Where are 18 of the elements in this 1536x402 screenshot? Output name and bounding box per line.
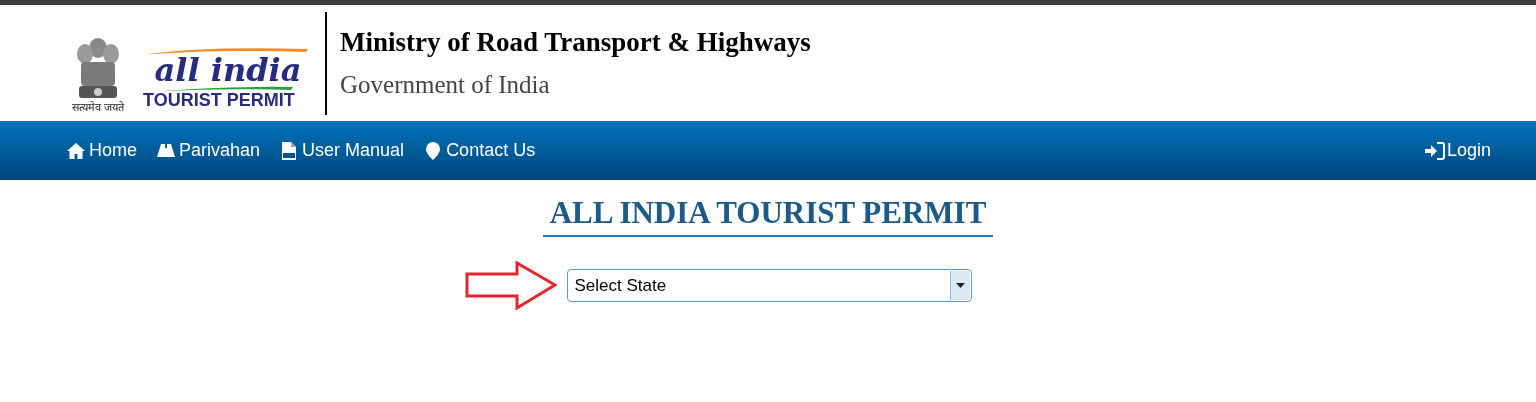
ministry-title: Ministry of Road Transport & Highways	[340, 25, 811, 59]
nav-link[interactable]: Contact Us	[424, 137, 536, 164]
arrow-icon	[464, 260, 557, 310]
map-pin-icon	[424, 141, 443, 160]
page-heading: ALL INDIA TOURIST PERMIT	[542, 194, 994, 237]
nav-link[interactable]: User Manual	[280, 137, 405, 164]
dropdown-caret-icon	[955, 282, 965, 288]
government-subtitle: Government of India	[340, 70, 551, 101]
brand-logo-text: all india	[154, 54, 302, 86]
home-icon	[67, 141, 85, 160]
state-select[interactable]: Select State	[566, 268, 972, 302]
nav-link[interactable]: Home	[67, 137, 137, 164]
logo-subtitle: TOURIST PERMIT	[143, 91, 295, 109]
login-link[interactable]: Login	[1424, 137, 1491, 164]
nav-link[interactable]: Parivahan	[157, 137, 261, 164]
login-icon	[1424, 141, 1445, 160]
pdf-file-icon	[280, 141, 299, 160]
motto-text: सत्यमेव जयते	[71, 102, 125, 113]
